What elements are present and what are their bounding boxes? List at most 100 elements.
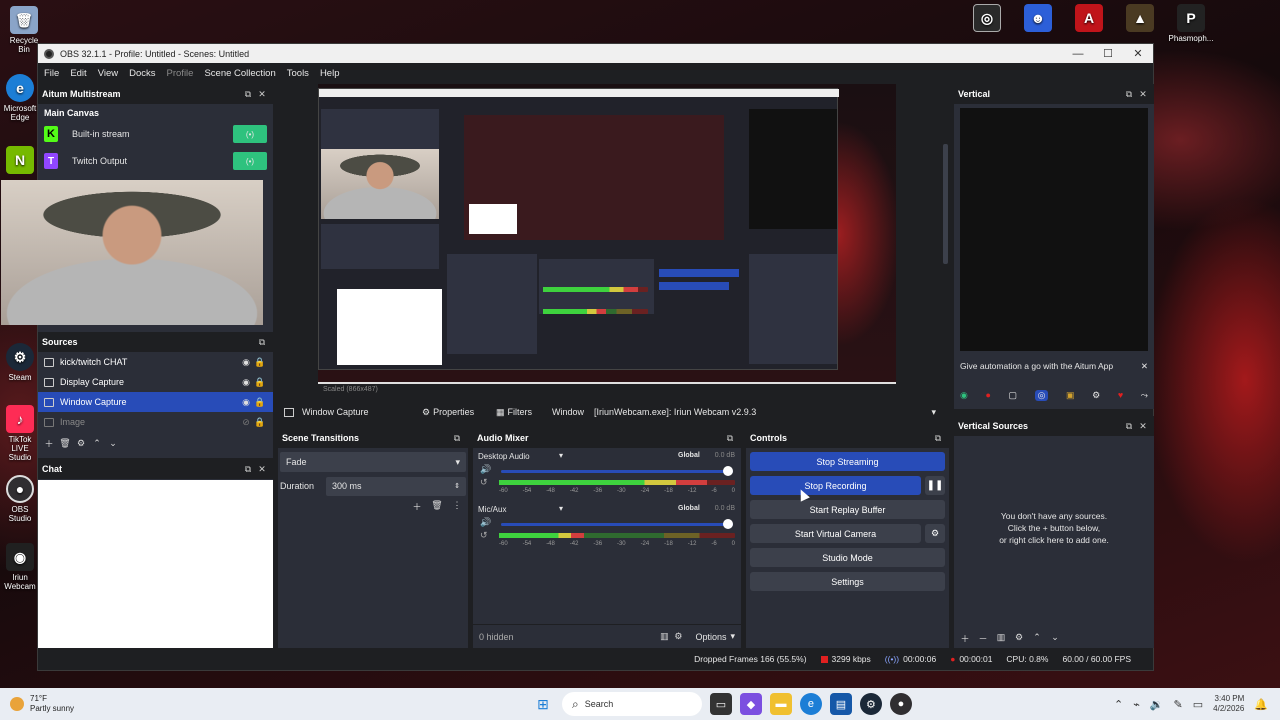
settings-button[interactable]: Settings xyxy=(750,572,945,591)
chat-panel[interactable] xyxy=(38,480,273,648)
lock-icon[interactable]: 🔒 xyxy=(253,377,267,388)
battery-icon[interactable]: ▭ xyxy=(1193,698,1203,711)
chevron-up-icon[interactable]: ⌃ xyxy=(1114,698,1123,711)
preview-canvas[interactable] xyxy=(318,84,896,384)
hidden-eye-icon[interactable]: ⊘ xyxy=(239,417,253,428)
output-live-toggle[interactable]: (•) xyxy=(233,125,267,143)
pen-icon[interactable]: ✎ xyxy=(1174,698,1183,711)
properties-button[interactable]: ⚙ Properties xyxy=(422,407,496,418)
volume-knob[interactable] xyxy=(723,519,733,529)
desktop-icon-steam[interactable]: ⚙ Steam xyxy=(0,343,40,382)
lock-icon[interactable]: 🔒 xyxy=(253,417,267,428)
edge-icon[interactable]: e xyxy=(799,693,822,715)
taskbar-search[interactable]: ⌕ Search xyxy=(561,692,702,716)
studio-mode-button[interactable]: Studio Mode xyxy=(750,548,945,567)
monitor-icon[interactable]: ↺ xyxy=(480,530,488,541)
menu-docks[interactable]: Docks xyxy=(129,68,155,79)
speaker-icon[interactable]: 🔊 xyxy=(480,464,491,475)
add-source-icon[interactable]: ＋ xyxy=(42,437,56,450)
source-item[interactable]: Display Capture ◉ 🔒 xyxy=(38,372,273,392)
close-banner-icon[interactable]: ✕ xyxy=(1141,361,1148,372)
heart-icon[interactable]: ♥ xyxy=(1118,390,1123,400)
more-options-icon[interactable]: ⋮ xyxy=(450,500,464,513)
undock-icon[interactable]: ⧉ xyxy=(931,433,945,444)
menu-scene-collection[interactable]: Scene Collection xyxy=(204,68,275,79)
maximize-button[interactable]: ☐ xyxy=(1093,47,1123,60)
move-up-icon[interactable]: ⌃ xyxy=(90,438,104,449)
source-item[interactable]: Image ⊘ 🔒 xyxy=(38,412,273,432)
gear-icon[interactable]: ⚙ xyxy=(1012,632,1026,645)
replay-icon[interactable]: ▢ xyxy=(1008,390,1017,401)
desktop-icon-tiktok[interactable]: ♪ TikTok LIVE Studio xyxy=(0,405,40,462)
start-virtual-camera-button[interactable]: Start Virtual Camera xyxy=(750,524,921,543)
move-down-icon[interactable]: ⌄ xyxy=(1048,632,1062,645)
file-explorer-icon[interactable]: ▬ xyxy=(769,693,792,715)
menu-file[interactable]: File xyxy=(44,68,59,79)
notification-bell-icon[interactable]: 🔔 xyxy=(1254,698,1268,711)
menu-view[interactable]: View xyxy=(98,68,118,79)
close-window-button[interactable]: ✕ xyxy=(1123,47,1153,60)
lock-icon[interactable]: 🔒 xyxy=(253,397,267,408)
filters-button[interactable]: ▦ Filters xyxy=(496,407,552,418)
vertical-preview[interactable] xyxy=(960,108,1148,351)
desktop-icon-iriun[interactable]: ◉ Iriun Webcam xyxy=(0,543,40,591)
speaker-icon[interactable]: 🔊 xyxy=(480,517,491,528)
desktop-icon-obs[interactable]: ● OBS Studio xyxy=(0,475,40,523)
stop-recording-button[interactable]: Stop Recording xyxy=(750,476,921,495)
filter-icon[interactable]: ▥ xyxy=(994,632,1008,645)
empty-sources-message[interactable]: You don't have any sources. Click the + … xyxy=(954,510,1154,546)
undock-icon[interactable]: ⧉ xyxy=(723,433,737,444)
advanced-audio-icon[interactable]: ⚙ xyxy=(671,631,685,642)
duration-input[interactable]: 300 ms ⇕ xyxy=(326,476,466,496)
store-icon[interactable]: ▤ xyxy=(829,693,852,715)
close-dock-icon[interactable]: ✕ xyxy=(1136,89,1150,100)
pause-recording-button[interactable]: ❚❚ xyxy=(925,476,945,495)
remove-source-icon[interactable]: － xyxy=(976,632,990,645)
obs-taskbar-icon[interactable]: ● xyxy=(889,693,912,715)
preview-area[interactable]: Scaled (866x487) xyxy=(283,84,948,393)
clock[interactable]: 3:40 PM 4/2/2026 xyxy=(1213,694,1244,714)
output-live-toggle[interactable]: (•) xyxy=(233,152,267,170)
stream-icon[interactable]: ◉ xyxy=(960,390,968,401)
remove-transition-icon[interactable]: 🗑 xyxy=(430,500,444,513)
menu-edit[interactable]: Edit xyxy=(70,68,86,79)
virtual-cam-icon[interactable]: ◎ xyxy=(1034,389,1049,401)
source-item[interactable]: kick/twitch CHAT ◉ 🔒 xyxy=(38,352,273,372)
task-view-icon[interactable]: ▭ xyxy=(709,693,732,715)
close-dock-icon[interactable]: ✕ xyxy=(255,464,269,475)
close-dock-icon[interactable]: ✕ xyxy=(1136,421,1150,432)
undock-icon[interactable]: ⧉ xyxy=(241,464,255,475)
add-transition-icon[interactable]: ＋ xyxy=(410,500,424,513)
split-icon[interactable]: ▣ xyxy=(1066,390,1075,401)
transition-select[interactable]: Fade ▾ xyxy=(280,452,466,472)
desktop-icon-game[interactable]: ▲ xyxy=(1120,4,1160,34)
record-icon[interactable]: ● xyxy=(985,390,990,400)
undock-icon[interactable]: ⧉ xyxy=(1122,89,1136,100)
move-down-icon[interactable]: ⌄ xyxy=(106,438,120,449)
start-replay-buffer-button[interactable]: Start Replay Buffer xyxy=(750,500,945,519)
steam-icon[interactable]: ⚙ xyxy=(859,693,882,715)
network-icon[interactable]: ⌁ xyxy=(1133,698,1140,711)
undock-icon[interactable]: ⧉ xyxy=(1122,421,1136,432)
volume-knob[interactable] xyxy=(723,466,733,476)
stop-streaming-button[interactable]: Stop Streaming xyxy=(750,452,945,471)
volume-slider[interactable] xyxy=(501,466,733,476)
preview-scale-label[interactable]: Scaled (866x487) xyxy=(323,386,378,393)
virtual-camera-settings-button[interactable]: ⚙ xyxy=(925,524,945,543)
mixer-options-button[interactable]: Options ▾ xyxy=(695,631,735,642)
copilot-icon[interactable]: ◆ xyxy=(739,693,762,715)
desktop-icon-scp[interactable]: ◎ xyxy=(967,4,1007,34)
volume-slider[interactable] xyxy=(501,519,733,529)
desktop-icon-nvidia[interactable]: N xyxy=(0,146,40,176)
visibility-eye-icon[interactable]: ◉ xyxy=(239,397,253,408)
desktop-icon-phasmophobia[interactable]: P Phasmoph... xyxy=(1168,4,1214,43)
channel-menu-icon[interactable]: ▾ xyxy=(559,504,563,513)
undock-icon[interactable]: ⧉ xyxy=(241,89,255,100)
minimize-button[interactable]: — xyxy=(1063,48,1093,60)
preview-scrollbar[interactable] xyxy=(943,144,948,264)
monitor-icon[interactable]: ↺ xyxy=(480,477,488,488)
desktop-icon-poppy[interactable]: ☻ xyxy=(1018,4,1058,34)
menu-profile[interactable]: Profile xyxy=(167,68,194,79)
start-windows-icon[interactable]: ⊞ xyxy=(532,693,554,715)
source-settings-icon[interactable]: ⚙ xyxy=(74,438,88,449)
